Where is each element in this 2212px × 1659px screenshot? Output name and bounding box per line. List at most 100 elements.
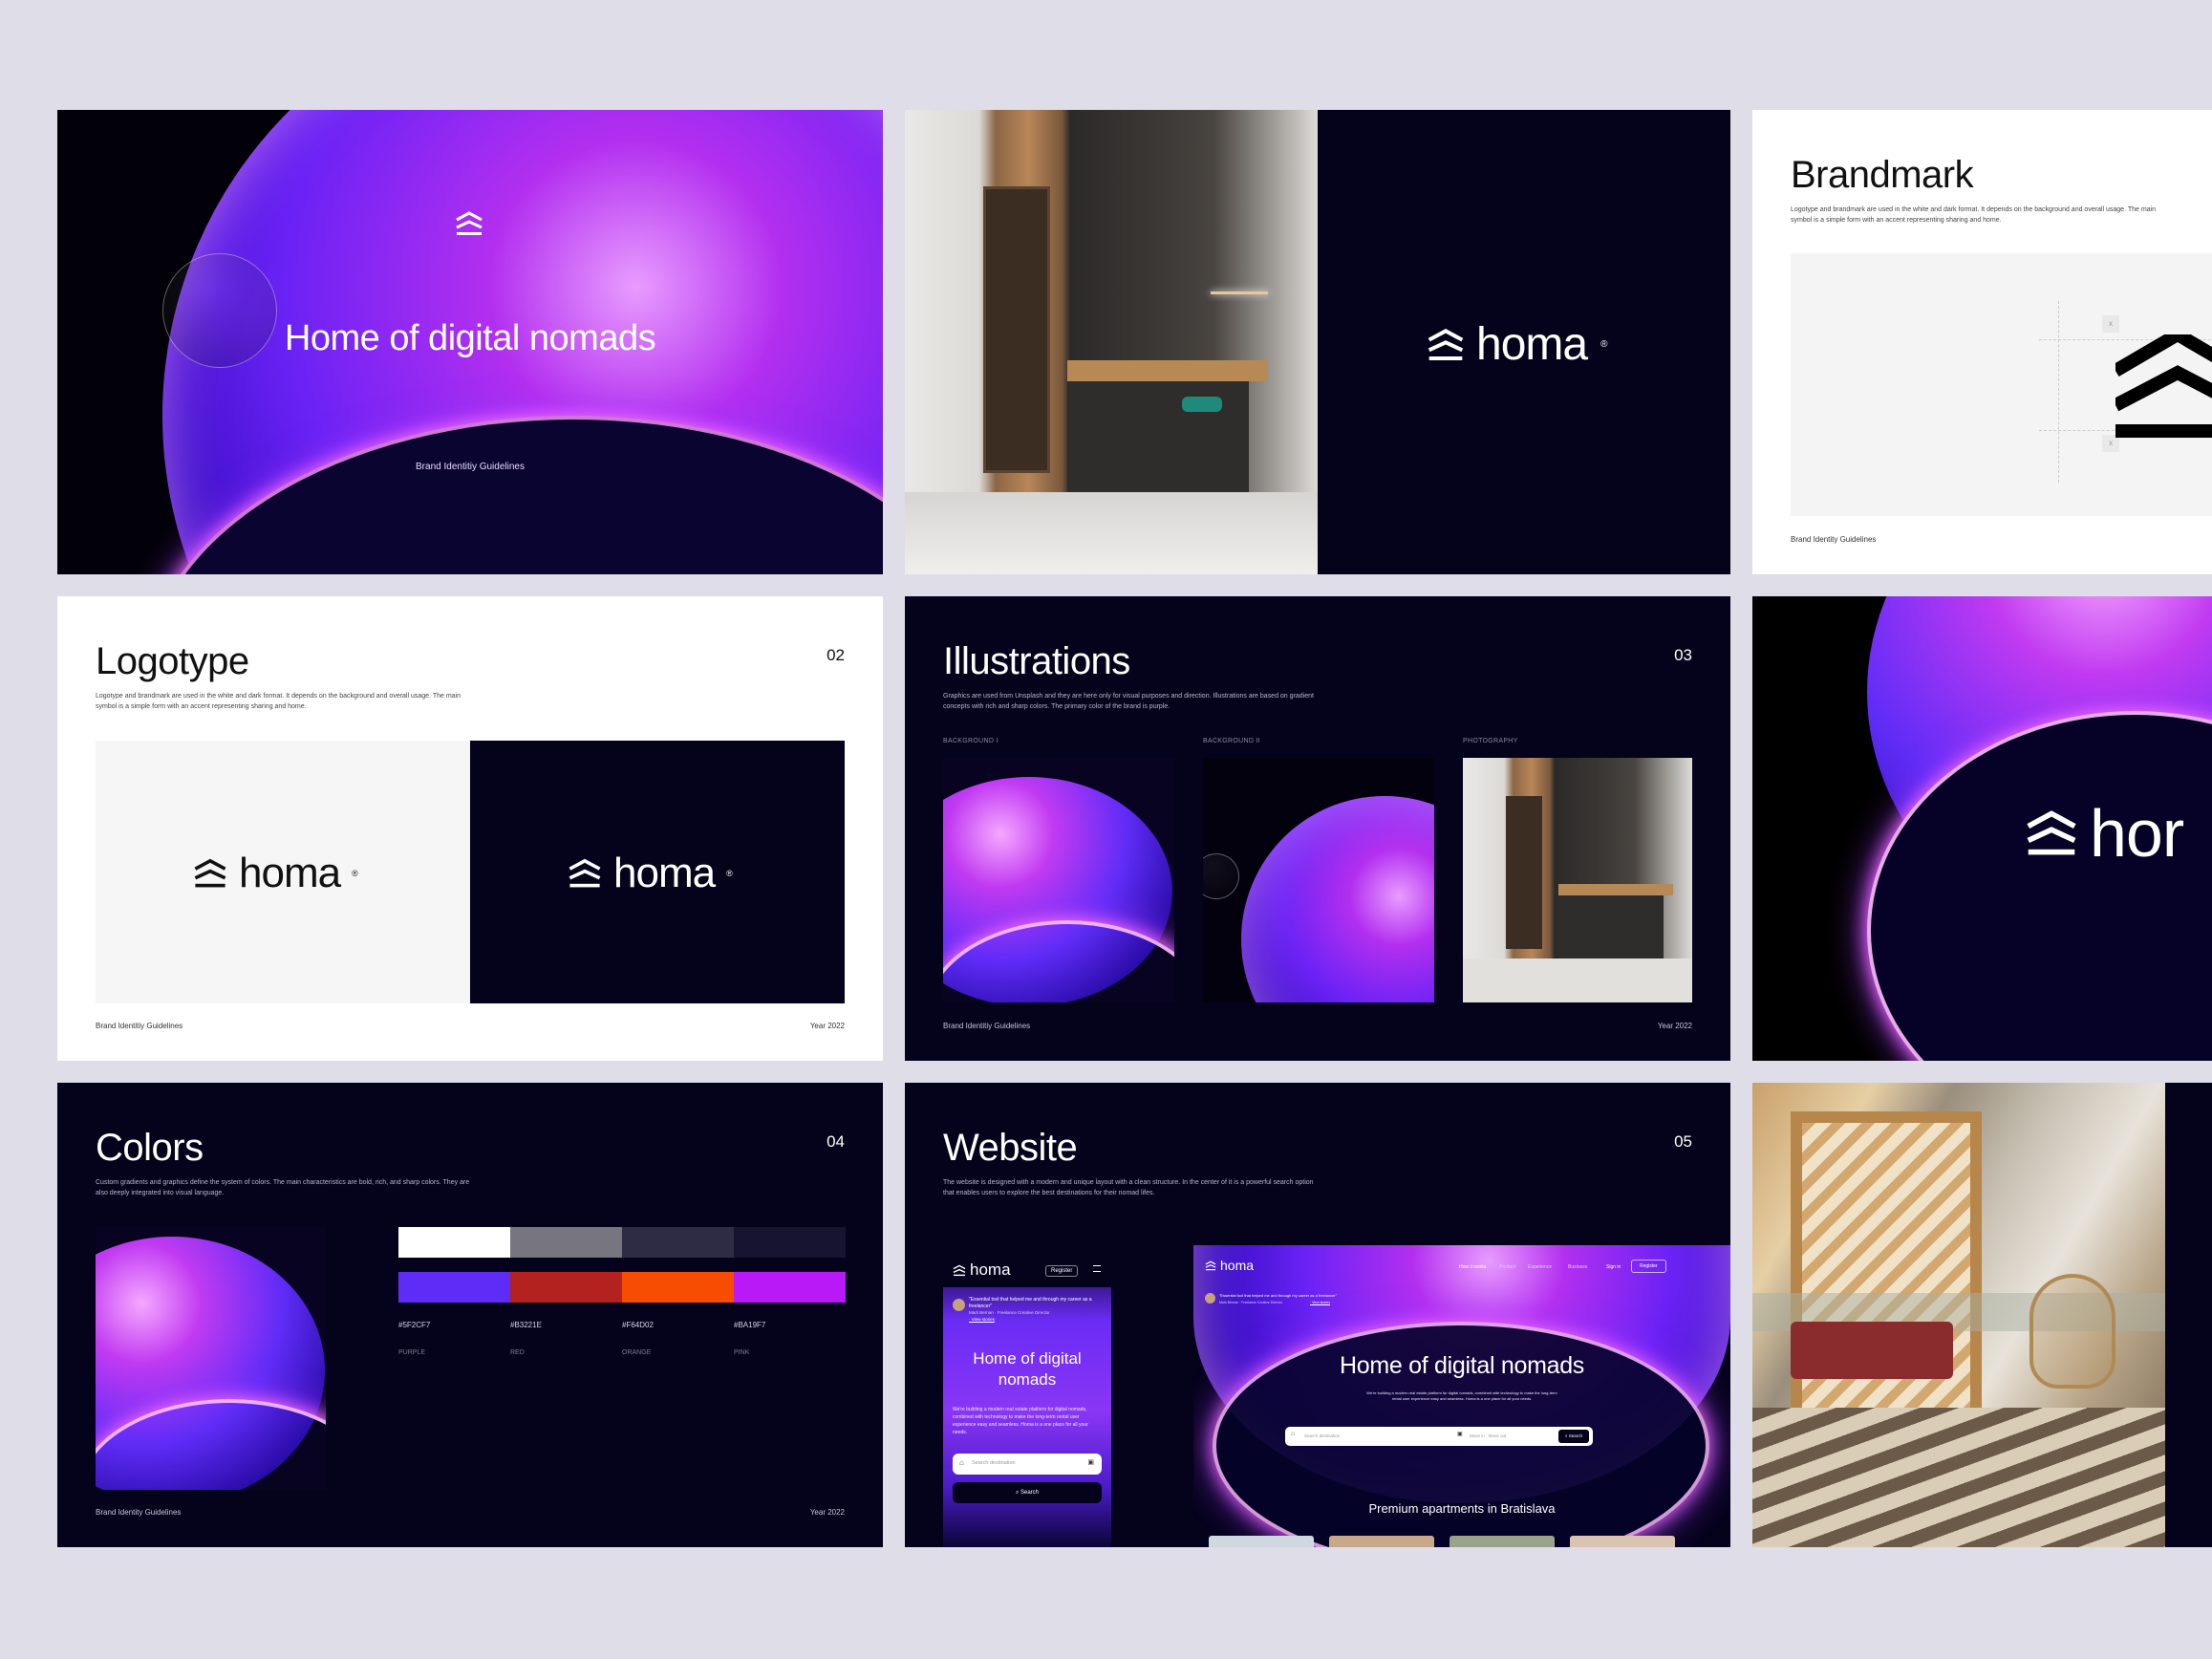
color-hex: #B3221E (510, 1321, 542, 1329)
search-icon: ⌂ (959, 1458, 964, 1467)
color-swatch-purple (398, 1272, 510, 1303)
color-name: PINK (734, 1349, 750, 1356)
brandmark-icon (1205, 1260, 1216, 1270)
brandmark-icon (2027, 810, 2076, 855)
nav-how-it-works[interactable]: How it works (1459, 1264, 1486, 1270)
neutral-swatch-gray (510, 1227, 622, 1258)
background-2-image (1203, 758, 1434, 1002)
avatar (1205, 1293, 1215, 1304)
slide-description: Custom gradients and graphics define the… (96, 1179, 470, 1196)
search-input[interactable]: Search destination (1304, 1433, 1340, 1438)
homa-logo: homa ® (1427, 318, 1607, 371)
mobile-mockup: homa Register "Essential tool that helpe… (943, 1245, 1111, 1547)
slide-gradient-logo[interactable]: hor (1752, 596, 2212, 1061)
view-stories-link[interactable]: · View stories (1310, 1301, 1330, 1304)
testimonial-author: Mark Bernan · Freelance Creative Directo… (969, 1310, 1050, 1315)
background-1-image (943, 758, 1174, 1002)
slide-description: The website is designed with a modern an… (943, 1179, 1314, 1196)
search-input[interactable]: ⌂ Search destination ▣ (953, 1454, 1102, 1475)
slide-title: Logotype (96, 640, 249, 682)
slide-title: Website (943, 1127, 1078, 1169)
slide-title: Colors (96, 1127, 204, 1169)
illustration-label: BACKGROUND II (1203, 738, 1260, 744)
slide-footer-left: Brand Identitiy Guidelines (96, 1022, 183, 1030)
brandmark-large-icon (2115, 334, 2212, 438)
signin-link[interactable]: Sign in (1606, 1264, 1621, 1270)
search-button[interactable]: ⌕ Search (953, 1482, 1102, 1503)
hero-headline: Home of digital nomads (1339, 1352, 1585, 1379)
slide-illustrations[interactable]: Illustrations 03 Graphics are used from … (905, 596, 1730, 1061)
slide-number: 02 (827, 646, 845, 664)
section-title: Premium apartments in Bratislava (1368, 1501, 1556, 1516)
slide-description: Logotype and brandmark are used in the w… (96, 693, 462, 710)
nav-product[interactable]: Product (1499, 1264, 1515, 1270)
spacing-x-mark: x (2102, 315, 2119, 333)
dates-input[interactable]: Move in · Move out (1470, 1433, 1506, 1438)
testimonial-quote: "Essential tool that helped me and throu… (1219, 1293, 1338, 1298)
slide-brandmark[interactable]: Brandmark Logotype and brandmark are use… (1752, 110, 2212, 574)
slide-footer-right: Year 2022 (809, 1508, 845, 1517)
brandmark-icon (953, 1264, 966, 1276)
calendar-icon: ▣ (1457, 1432, 1463, 1437)
apartment-card[interactable] (1329, 1536, 1434, 1547)
color-swatch-pink (734, 1272, 846, 1303)
testimonial-author: Mark Bernan · Freelance Creative Directo… (1219, 1301, 1282, 1304)
slide-interior-photo[interactable] (1752, 1083, 2212, 1547)
kitchen-photo (905, 110, 1318, 574)
color-name: RED (510, 1349, 525, 1356)
calendar-icon: ▣ (1087, 1459, 1094, 1466)
brandmark-icon (194, 858, 226, 888)
nav-experience[interactable]: Experience (1528, 1264, 1552, 1270)
color-hex: #F64D02 (622, 1321, 654, 1329)
color-hex: #BA19F7 (734, 1321, 766, 1329)
apartment-card[interactable] (1570, 1536, 1675, 1547)
search-bar[interactable]: ⌂ Search destination ▣ Move in · Move ou… (1285, 1427, 1593, 1446)
slide-number: 04 (827, 1132, 845, 1151)
illustration-label: BACKGROUND I (943, 738, 999, 744)
homa-logo: homa (1205, 1258, 1254, 1273)
search-button[interactable]: ⌕ Search (1557, 1430, 1589, 1443)
slide-description: Graphics are used from Unsplash and they… (943, 693, 1314, 710)
slide-cover[interactable]: Home of digital nomads Brand Identitiy G… (57, 110, 883, 574)
cover-title: Home of digital nomads (284, 318, 656, 358)
view-stories-link[interactable]: · View stories (969, 1317, 995, 1322)
neutral-swatch-darker (734, 1227, 846, 1258)
avatar (953, 1299, 965, 1311)
apartment-card[interactable] (1450, 1536, 1555, 1547)
slide-logotype[interactable]: Logotype 02 Logotype and brandmark are u… (57, 596, 883, 1061)
register-button[interactable]: Register (1045, 1265, 1079, 1277)
gradient-sample-image (96, 1227, 326, 1490)
brandmark-icon (1428, 328, 1464, 360)
logo-dark-panel: homa ® (470, 741, 845, 1003)
slide-footer: Brand Identity Guidelines (1791, 535, 1877, 544)
menu-icon[interactable] (1093, 1265, 1101, 1272)
nav-business[interactable]: Business (1568, 1264, 1587, 1270)
slide-photo-logo[interactable]: homa ® (905, 110, 1730, 574)
search-icon: ⌂ (1291, 1431, 1296, 1437)
cover-subtitle: Brand Identitiy Guidelines (416, 462, 525, 472)
slide-number: 03 (1674, 646, 1692, 664)
homa-logo: homa ® (568, 850, 733, 897)
slide-colors[interactable]: Colors 04 Custom gradients and graphics … (57, 1083, 883, 1547)
color-name: PURPLE (398, 1349, 426, 1356)
slide-title: Illustrations (943, 640, 1130, 682)
hero-body: We're building a modern real estate plat… (1366, 1390, 1557, 1401)
color-swatch-red (510, 1272, 622, 1303)
color-hex: #5F2CF7 (398, 1321, 431, 1329)
hero-body: We're building a modern real estate plat… (953, 1407, 1088, 1435)
slide-number: 05 (1674, 1132, 1692, 1151)
photography-image (1463, 758, 1692, 1002)
interior-photo (1752, 1083, 2165, 1547)
brandmark-icon (455, 210, 483, 237)
homa-logo: homa ® (193, 850, 358, 897)
homa-logo: homa (953, 1260, 1011, 1280)
illustration-label: PHOTOGRAPHY (1463, 738, 1518, 744)
desktop-mockup: homa How it works Product Experience Bus… (1193, 1245, 1730, 1547)
color-swatch-orange (622, 1272, 734, 1303)
register-button[interactable]: Register (1631, 1260, 1666, 1273)
slide-website[interactable]: Website 05 The website is designed with … (905, 1083, 1730, 1547)
neutral-swatch-white (398, 1227, 510, 1258)
slide-footer-right: Year 2022 (809, 1022, 845, 1030)
testimonial-quote: "Essential tool that helped me and throu… (969, 1297, 1092, 1309)
apartment-card[interactable] (1209, 1536, 1314, 1547)
